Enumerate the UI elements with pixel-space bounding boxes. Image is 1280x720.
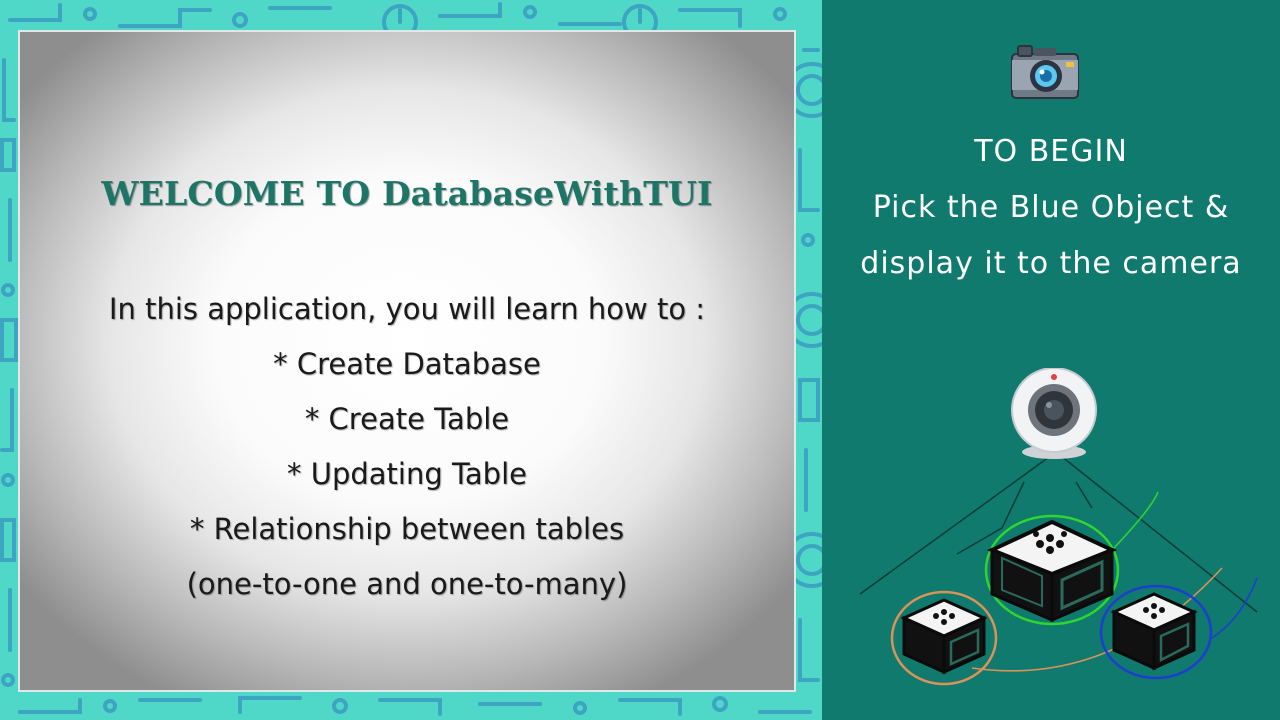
instruction-heading: TO BEGIN <box>974 134 1128 169</box>
fiducial-marker-icon <box>1110 592 1198 671</box>
webcam-icon <box>1011 368 1097 459</box>
instructions: TO BEGIN Pick the Blue Object & display … <box>822 124 1280 292</box>
instruction-step-pick: Pick the Blue Object & <box>872 190 1230 225</box>
learning-intro: In this application, you will learn how … <box>108 292 706 326</box>
fiducial-marker-icon <box>986 519 1118 623</box>
learning-list: In this application, you will learn how … <box>20 282 794 612</box>
learning-item-create-table: * Create Table <box>304 402 510 436</box>
fiducial-marker-icon <box>900 598 988 675</box>
learning-item-relationship-types: (one-to-one and one-to-many) <box>186 567 628 601</box>
welcome-title: WELCOME TO DatabaseWithTUI <box>101 174 713 213</box>
learning-item-updating-table: * Updating Table <box>287 457 527 491</box>
instruction-panel: TO BEGIN Pick the Blue Object & display … <box>822 0 1280 720</box>
photo-camera-icon <box>1011 45 1079 99</box>
instruction-step-display: display it to the camera <box>860 246 1242 281</box>
learning-item-relationships: * Relationship between tables <box>189 512 625 546</box>
welcome-card: WELCOME TO DatabaseWithTUI In this appli… <box>18 30 796 692</box>
learning-item-create-database: * Create Database <box>273 347 541 381</box>
camera-and-objects-illustration <box>859 368 1258 686</box>
